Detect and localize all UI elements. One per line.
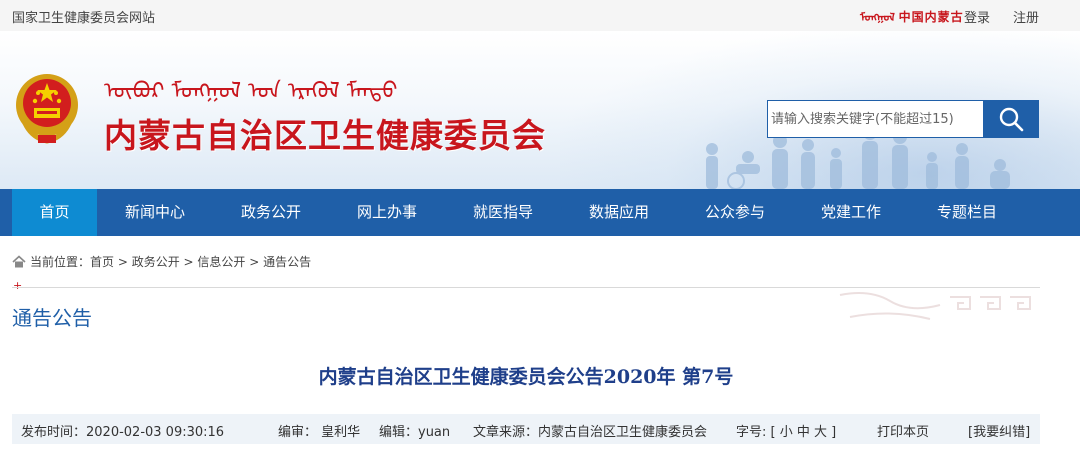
breadcrumb-gov-affairs[interactable]: 政务公开 [132,255,180,269]
home-icon [12,255,26,268]
section-title: 通告公告 [12,306,92,330]
nhc-site-link[interactable]: 国家卫生健康委员会网站 [12,7,155,26]
organization-title: 内蒙古自治区卫生健康委员会 [104,116,546,155]
breadcrumb-separator: > [114,255,132,269]
nav-item-online-services[interactable]: 网上办事 [342,189,432,236]
search-input[interactable] [767,100,983,138]
header-banner: ᠥᠪᠥᠷ ᠮᠣᠩᠭᠣᠯ ᠤᠨ ᠡᠷᠡᠭᠦᠯ ᠮᠡᠨᠳᠦ 内蒙古自治区卫生健康委员… [0,31,1080,189]
report-error-link[interactable]: [我要纠错] [968,421,1030,440]
decorative-pattern [839,292,1031,320]
search-box [767,100,1039,138]
editor: 编辑：yuan [379,425,451,440]
breadcrumb-notices[interactable]: 通告公告 [263,255,311,269]
nav-item-news[interactable]: 新闻中心 [110,189,200,236]
search-icon [999,107,1024,131]
nav-item-special-topics[interactable]: 专题栏目 [922,189,1012,236]
article-title: 内蒙古自治区卫生健康委员会公告2020年 第7号 [318,366,734,388]
publish-time: 发布时间：2020-02-03 09:30:16 [21,425,225,440]
mini-logo-mongol: ᠮᠣᠩᠭᠣᠯ [860,11,895,24]
nav-item-home[interactable]: 首页 [12,189,97,236]
nav-item-public-participation[interactable]: 公众参与 [690,189,780,236]
breadcrumb-info-disclosure[interactable]: 信息公开 [197,255,245,269]
national-emblem-icon[interactable] [14,71,80,145]
section-plus-mark: + [13,279,23,292]
breadcrumb: 当前位置：首页 > 政务公开 > 信息公开 > 通告公告 [12,253,311,270]
register-link[interactable]: 注册 [1013,7,1039,26]
article-info-bar: 发布时间：2020-02-03 09:30:16 编审： 皇利华 编辑：yuan… [12,414,1040,444]
top-bar: 国家卫生健康委员会网站 ᠮᠣᠩᠭᠣᠯ 中国内蒙古 登录 注册 [0,0,1080,31]
font-size-selector[interactable]: 字号: [ 小 中 大 ] [736,421,836,440]
breadcrumb-separator: > [245,255,264,269]
breadcrumb-separator: > [179,255,198,269]
nav-item-party-building[interactable]: 党建工作 [806,189,896,236]
main-nav: 首页 新闻中心 政务公开 网上办事 就医指导 数据应用 公众参与 党建工作 专题… [0,189,1080,236]
china-inner-mongolia-logo[interactable]: ᠮᠣᠩᠭᠣᠯ 中国内蒙古 [860,6,964,25]
article-source: 文章来源：内蒙古自治区卫生健康委员会 [473,425,708,440]
reviewer: 编审： 皇利华 [278,425,361,440]
nav-item-data-apps[interactable]: 数据应用 [574,189,664,236]
nav-item-medical-guide[interactable]: 就医指导 [458,189,548,236]
search-button[interactable] [983,100,1039,138]
breadcrumb-home[interactable]: 首页 [90,255,114,269]
mini-logo-text: 中国内蒙古 [898,10,964,24]
breadcrumb-prefix: 当前位置： [30,255,91,269]
print-page-link[interactable]: 打印本页 [877,421,929,440]
mongolian-title: ᠥᠪᠥᠷ ᠮᠣᠩᠭᠣᠯ ᠤᠨ ᠡᠷᠡᠭᠦᠯ ᠮᠡᠨᠳᠦ [104,79,398,104]
nav-item-gov-affairs[interactable]: 政务公开 [226,189,316,236]
login-link[interactable]: 登录 [964,7,990,26]
